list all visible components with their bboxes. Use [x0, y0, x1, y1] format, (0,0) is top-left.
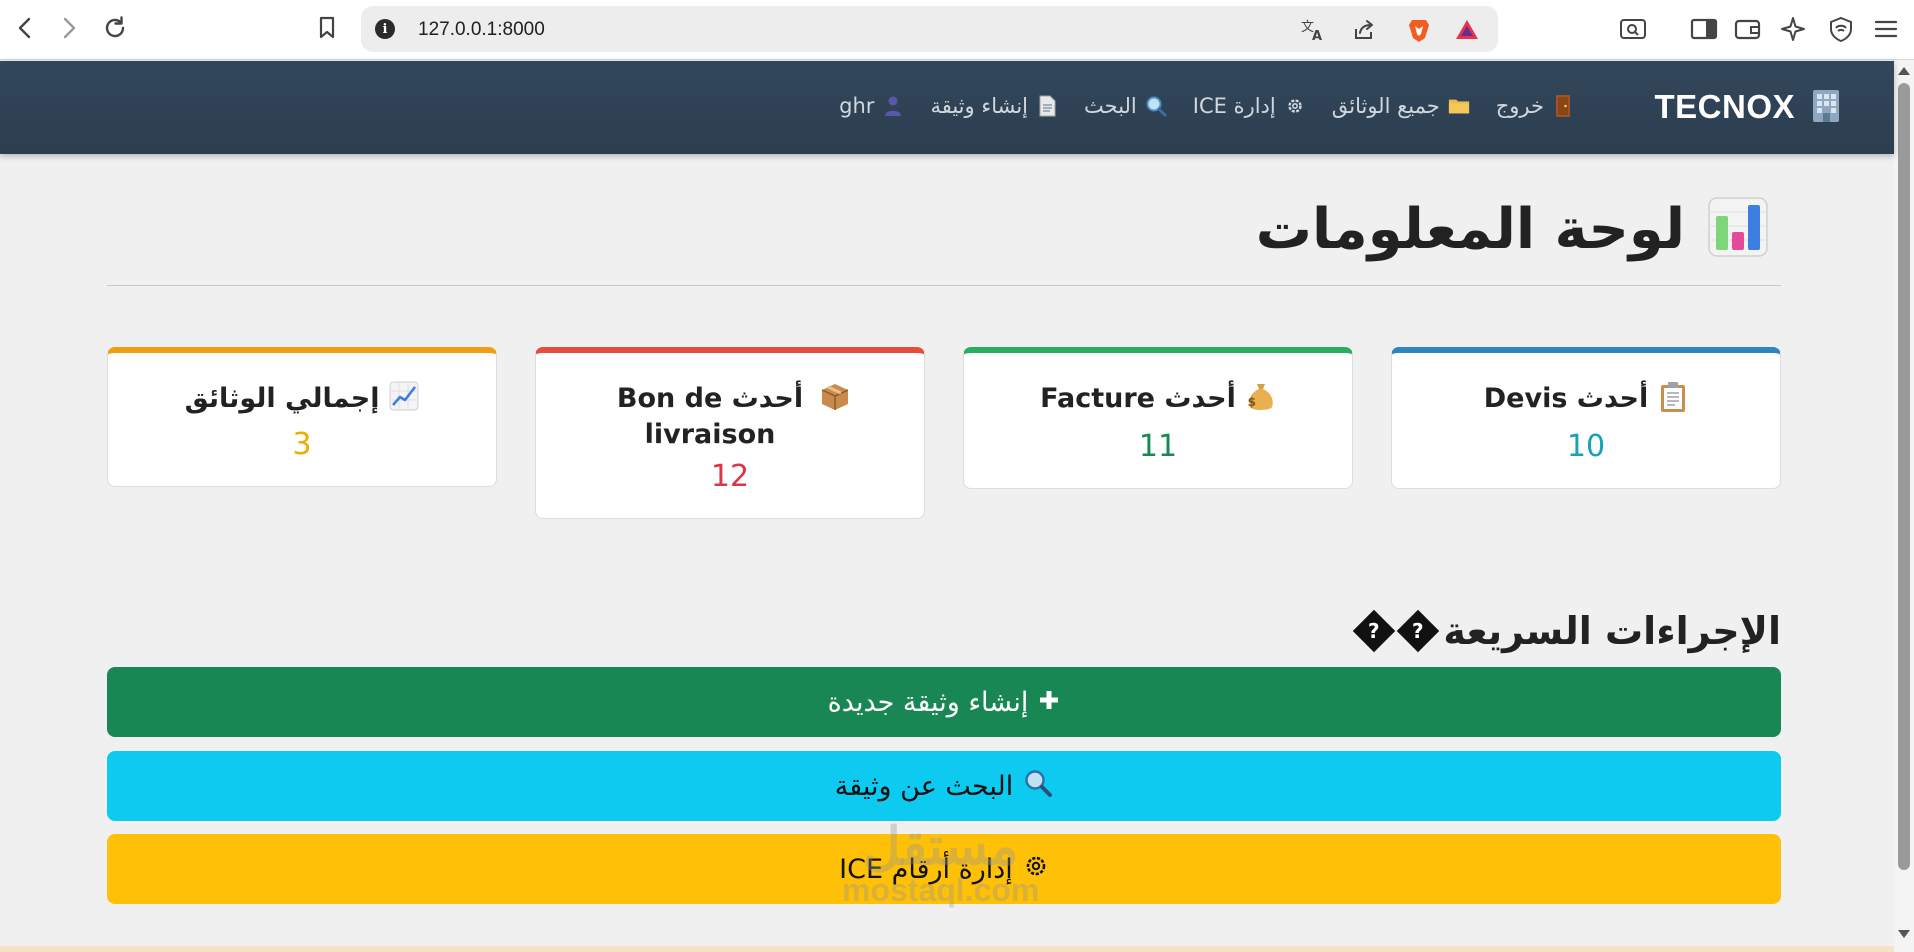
- bottom-edge: [0, 946, 1894, 952]
- nav-link-label: خروج: [1495, 94, 1544, 118]
- vpn-shield-icon[interactable]: [1826, 14, 1856, 44]
- reload-button[interactable]: [100, 13, 130, 43]
- replacement-char-icon: ?: [1397, 609, 1440, 653]
- stat-card-value: 3: [292, 427, 312, 462]
- search-document-button[interactable]: البحث عن وثيقة: [107, 751, 1781, 821]
- clipboard-icon: [1658, 381, 1688, 423]
- folder-icon: [1448, 95, 1470, 117]
- nav-links: ghr إنشاء وثيقة البحث إدارة ICE جميع الو…: [839, 94, 1574, 118]
- stat-card-title: $ أحدث Facture: [964, 381, 1352, 423]
- user-icon: [882, 95, 904, 117]
- nav-link-create-document[interactable]: إنشاء وثيقة: [930, 94, 1058, 118]
- stat-card-label: أحدث Devis: [1483, 383, 1649, 414]
- nav-link-ice-management[interactable]: إدارة ICE: [1193, 94, 1306, 118]
- back-button[interactable]: [10, 13, 40, 43]
- brand[interactable]: TECNOX: [1654, 86, 1845, 128]
- reading-mode-icon[interactable]: [1618, 14, 1648, 44]
- bookmark-icon[interactable]: [312, 13, 342, 43]
- browser-toolbar: i 127.0.0.1:8000 文A: [0, 0, 1914, 60]
- plus-icon: [1038, 687, 1060, 718]
- url-text[interactable]: 127.0.0.1:8000: [418, 19, 545, 41]
- brand-name: TECNOX: [1654, 88, 1795, 125]
- gear-icon: [1023, 853, 1049, 886]
- nav-link-user[interactable]: ghr: [839, 94, 904, 118]
- stat-card-title: أحدث Devis: [1392, 381, 1780, 423]
- search-icon: [1023, 768, 1053, 805]
- forward-button[interactable]: [54, 13, 84, 43]
- vertical-scrollbar[interactable]: [1894, 60, 1914, 952]
- stat-card-title: إجمالي الوثائق: [108, 381, 496, 421]
- stat-card-latest-bon-de-livraison[interactable]: أحدث Bon de livraison 12: [535, 347, 925, 519]
- gear-icon: [1284, 95, 1306, 117]
- door-icon: [1552, 95, 1574, 117]
- nav-link-logout[interactable]: خروج: [1496, 94, 1574, 118]
- page-title-text: لوحة المعلومات: [1255, 196, 1685, 262]
- bar-chart-icon: [1707, 196, 1769, 262]
- manage-ice-label: إدارة أرقام ICE: [839, 853, 1013, 885]
- stat-card-latest-facture[interactable]: $ أحدث Facture 11: [963, 347, 1353, 489]
- scroll-up-arrow-icon[interactable]: [1898, 67, 1910, 75]
- title-divider: [107, 285, 1781, 286]
- share-icon[interactable]: [1350, 16, 1378, 44]
- search-document-label: البحث عن وثيقة: [834, 770, 1014, 802]
- quick-actions-title: الإجراءات السريعة ? ?: [1353, 609, 1781, 653]
- nav-link-label: ghr: [839, 94, 875, 118]
- package-icon: [820, 381, 850, 423]
- svg-text:A: A: [1312, 29, 1322, 42]
- page-title: لوحة المعلومات: [1256, 196, 1769, 262]
- site-info-icon[interactable]: i: [375, 19, 395, 39]
- scrollbar-thumb[interactable]: [1898, 83, 1910, 870]
- stat-card-title: أحدث Bon de livraison: [536, 381, 924, 453]
- manage-ice-button[interactable]: إدارة أرقام ICE: [107, 834, 1781, 904]
- nav-link-label: البحث: [1084, 94, 1137, 118]
- sidebar-icon[interactable]: [1689, 14, 1719, 44]
- nav-link-all-documents[interactable]: جميع الوثائق: [1332, 94, 1470, 118]
- nav-link-label: جميع الوثائق: [1331, 94, 1440, 118]
- brave-rewards-icon[interactable]: [1453, 16, 1481, 44]
- svg-text:$: $: [1247, 395, 1255, 409]
- nav-link-label: إدارة ICE: [1192, 94, 1276, 118]
- document-icon: [1036, 95, 1058, 117]
- stat-card-latest-devis[interactable]: أحدث Devis 10: [1391, 347, 1781, 489]
- create-document-label: إنشاء وثيقة جديدة: [827, 686, 1029, 718]
- brave-shield-icon[interactable]: [1405, 16, 1433, 44]
- stat-card-value: 10: [1566, 429, 1606, 464]
- stat-card-total-documents[interactable]: إجمالي الوثائق 3: [107, 347, 497, 487]
- quick-actions-title-text: الإجراءات السريعة: [1443, 609, 1781, 653]
- stat-card-label: أحدث Facture: [1040, 383, 1236, 414]
- replacement-char-icon: ?: [1353, 609, 1396, 653]
- address-bar[interactable]: i 127.0.0.1:8000 文A: [361, 6, 1498, 52]
- leo-ai-icon[interactable]: [1778, 14, 1808, 44]
- office-building-icon: [1807, 86, 1845, 128]
- nav-link-search[interactable]: البحث: [1084, 94, 1167, 118]
- stat-card-label: أحدث Bon de livraison: [616, 383, 804, 450]
- stat-card-value: 12: [710, 459, 750, 494]
- app-navbar: TECNOX ghr إنشاء وثيقة البحث إدارة ICE ج…: [0, 61, 1894, 154]
- translate-icon[interactable]: 文A: [1299, 16, 1327, 44]
- stat-card-label: إجمالي الوثائق: [184, 383, 380, 414]
- menu-icon[interactable]: [1871, 14, 1901, 44]
- scroll-down-arrow-icon[interactable]: [1898, 930, 1910, 938]
- nav-link-label: إنشاء وثيقة: [930, 94, 1029, 118]
- chart-up-icon: [389, 381, 419, 421]
- wallet-icon[interactable]: [1733, 14, 1763, 44]
- money-bag-icon: $: [1246, 381, 1276, 423]
- search-icon: [1145, 95, 1167, 117]
- stat-card-value: 11: [1138, 429, 1178, 464]
- create-document-button[interactable]: إنشاء وثيقة جديدة: [107, 667, 1781, 737]
